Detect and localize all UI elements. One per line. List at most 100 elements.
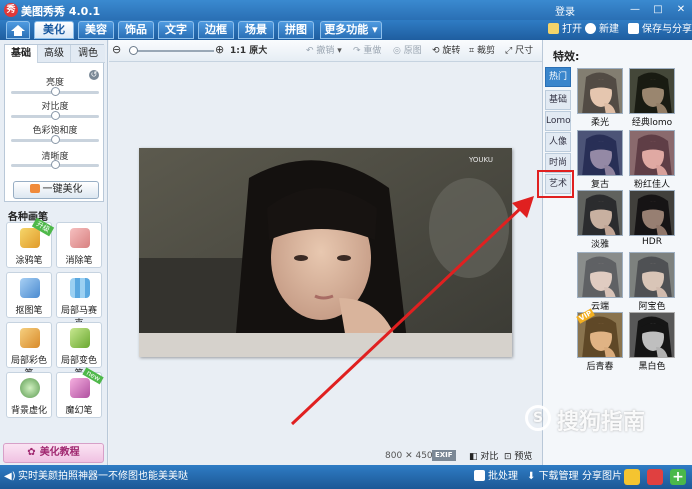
tutorial-label: 美化教程	[39, 447, 80, 458]
tab-scenes[interactable]: 场景	[238, 21, 274, 39]
home-tab[interactable]	[6, 21, 30, 39]
doodle-brush-tool[interactable]: 升级 涂鸦笔	[6, 217, 55, 268]
original-button[interactable]: ◎ 原图	[393, 45, 422, 57]
local-color-brush-tool[interactable]: 局部彩色笔	[6, 322, 52, 379]
local-recolor-brush-tool[interactable]: 局部变色笔	[56, 322, 102, 379]
beautify-tutorial-button[interactable]: ✿ 美化教程	[3, 443, 104, 463]
zoom-out-icon[interactable]: ⊖	[112, 44, 121, 56]
sharpness-knob[interactable]	[51, 160, 60, 169]
saturation-slider[interactable]	[11, 135, 99, 144]
redo-button[interactable]: ↷ 重做	[353, 45, 381, 57]
blur-icon	[20, 378, 40, 398]
brightness-knob[interactable]	[51, 87, 60, 96]
zoom-knob[interactable]	[129, 46, 138, 55]
star-icon[interactable]	[624, 469, 640, 485]
contrast-slider[interactable]	[11, 111, 99, 120]
undo-dropdown-icon[interactable]: ▾	[334, 46, 342, 56]
effect-preview-image	[629, 190, 675, 236]
new-label: 新建	[599, 24, 619, 35]
login-link[interactable]: 登录	[555, 3, 575, 18]
preview-button[interactable]: ⊡ 预览	[504, 449, 532, 462]
download-manager-button[interactable]: ⬇ 下载管理	[527, 470, 579, 484]
open-button[interactable]: 打开	[548, 23, 582, 37]
category-basic[interactable]: 基础	[545, 90, 571, 110]
effect-preview-image	[577, 252, 623, 298]
effect-thumbnail[interactable]: 后青春 VIP	[576, 308, 623, 372]
girl-portrait-image: YOUKU	[139, 148, 512, 357]
tool-label: 魔幻笔	[65, 406, 93, 416]
effect-preview-image	[577, 130, 623, 176]
zoom-in-icon[interactable]: ⊕	[215, 44, 224, 56]
category-lomo[interactable]: Lomo	[545, 111, 571, 131]
preview-icon: ⊡	[504, 452, 515, 462]
effect-preview-image	[629, 252, 675, 298]
photo-canvas[interactable]: YOUKU	[139, 148, 512, 357]
background-blur-tool[interactable]: 背景虚化	[6, 372, 52, 418]
open-label: 打开	[562, 24, 582, 35]
size-times-icon: ✕	[405, 451, 413, 461]
effect-thumbnail[interactable]: HDR	[629, 190, 675, 250]
category-portrait[interactable]: 人像	[545, 132, 571, 152]
cutout-brush-tool[interactable]: 抠图笔	[6, 272, 52, 318]
tab-text[interactable]: 文字	[158, 21, 194, 39]
color-brush-icon	[20, 328, 40, 348]
effect-thumbnail[interactable]: 淡雅	[577, 190, 623, 250]
effect-thumbnail[interactable]: 黑白色	[629, 312, 675, 372]
subtab-color[interactable]: 调色	[71, 45, 105, 63]
actual-size-button[interactable]: 1:1 原大	[230, 45, 267, 57]
close-icon[interactable]: ✕	[674, 4, 688, 16]
maximize-icon[interactable]: □	[651, 4, 665, 16]
weibo-icon[interactable]	[647, 469, 663, 485]
status-hint[interactable]: 实时美颜拍照神器一不修图也能美美哒	[18, 470, 188, 484]
magic-brush-tool[interactable]: new 魔幻笔	[56, 367, 104, 418]
watermark-text: 搜狗指南	[557, 410, 646, 435]
rotate-button[interactable]: ⟲ 旋转	[432, 45, 460, 57]
effect-label: 阿宝色	[638, 302, 666, 312]
add-icon[interactable]: +	[670, 469, 686, 485]
resize-button[interactable]: ⤢ 尺寸	[505, 45, 533, 57]
preview-label: 预览	[514, 452, 533, 462]
effect-label: HDR	[642, 237, 662, 247]
save-share-label: 保存与分享	[642, 24, 692, 35]
subtab-advanced[interactable]: 高级	[38, 45, 71, 63]
contrast-knob[interactable]	[51, 111, 60, 120]
batch-button[interactable]: 批处理	[474, 470, 518, 484]
new-button[interactable]: 新建	[585, 23, 619, 37]
image-size-readout: 800 ✕ 450	[385, 451, 433, 461]
crop-button[interactable]: ⌗ 裁剪	[469, 45, 495, 57]
effect-thumbnail[interactable]: 柔光	[577, 68, 623, 128]
brightness-slider[interactable]	[11, 87, 99, 96]
compare-button[interactable]: ◧ 对比	[469, 449, 498, 462]
zoom-slider[interactable]	[129, 46, 214, 55]
tab-decorations[interactable]: 饰品	[118, 21, 154, 39]
saturation-knob[interactable]	[51, 135, 60, 144]
tab-collage[interactable]: 拼图	[278, 21, 314, 39]
tab-frames[interactable]: 边框	[198, 21, 234, 39]
tool-label: 涂鸦笔	[15, 256, 43, 266]
effect-thumbnail[interactable]: 经典lomo	[629, 68, 675, 128]
mosaic-brush-tool[interactable]: 局部马赛克	[56, 272, 102, 329]
effect-thumbnail[interactable]: 云端	[577, 252, 623, 312]
subtab-basic[interactable]: 基础	[5, 45, 38, 63]
share-image-button[interactable]: 分享图片	[582, 470, 622, 484]
save-share-button[interactable]: 保存与分享	[628, 23, 692, 37]
resize-label: 尺寸	[515, 46, 534, 56]
eraser-brush-tool[interactable]: 消除笔	[56, 222, 102, 268]
exif-button[interactable]: EXIF	[432, 450, 456, 461]
tab-more-features[interactable]: 更多功能 ▾	[320, 21, 382, 39]
tab-beautify[interactable]: 美化	[34, 21, 74, 39]
resize-icon: ⤢	[505, 46, 516, 56]
sharpness-slider[interactable]	[11, 160, 99, 169]
category-popular[interactable]: 热门	[545, 67, 571, 87]
minimize-icon[interactable]: —	[628, 4, 642, 16]
undo-label: 撤销	[316, 46, 335, 56]
effect-thumbnail[interactable]: 粉红佳人	[629, 130, 675, 190]
undo-button[interactable]: ↶ 撤销 ▾	[306, 45, 342, 57]
effect-thumbnail[interactable]: 阿宝色	[629, 252, 675, 312]
one-click-beautify-button[interactable]: 一键美化	[13, 181, 99, 199]
tab-makeup[interactable]: 美容	[78, 21, 114, 39]
effect-thumbnail[interactable]: 复古	[577, 130, 623, 190]
effect-preview-image	[629, 312, 675, 358]
compare-label: 对比	[480, 452, 499, 462]
left-panel: 基础 高级 调色 ↺ 亮度 对比度 色彩饱和度 清晰度 一键美化 各种画笔 升级…	[0, 40, 108, 465]
